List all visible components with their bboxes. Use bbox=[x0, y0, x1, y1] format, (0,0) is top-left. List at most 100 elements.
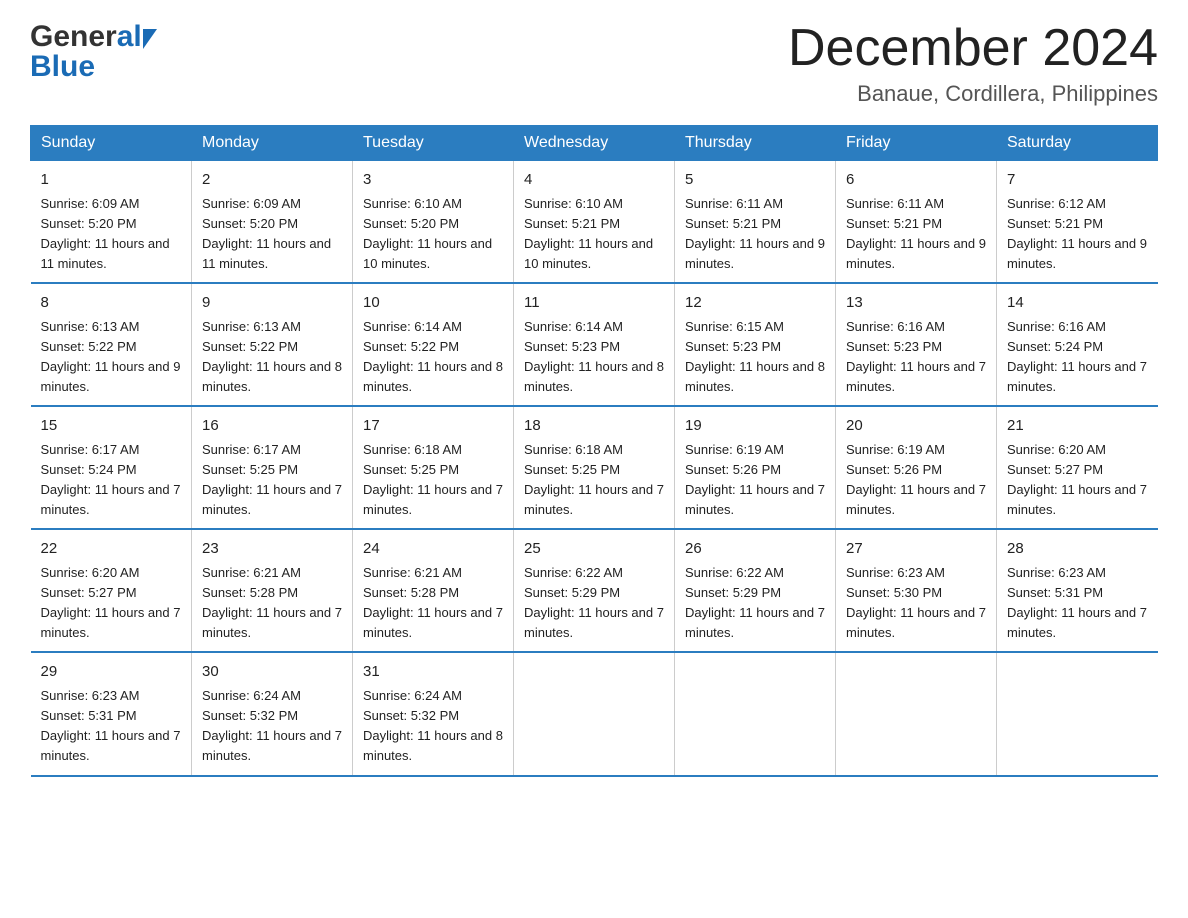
day-number: 18 bbox=[524, 415, 664, 438]
day-info: Sunrise: 6:16 AMSunset: 5:23 PMDaylight:… bbox=[846, 317, 986, 398]
calendar-day-cell: 3Sunrise: 6:10 AMSunset: 5:20 PMDaylight… bbox=[353, 161, 514, 284]
day-info: Sunrise: 6:23 AMSunset: 5:30 PMDaylight:… bbox=[846, 563, 986, 644]
day-number: 27 bbox=[846, 538, 986, 561]
calendar-day-cell: 22Sunrise: 6:20 AMSunset: 5:27 PMDayligh… bbox=[31, 529, 192, 652]
day-info: Sunrise: 6:20 AMSunset: 5:27 PMDaylight:… bbox=[1007, 440, 1148, 521]
day-number: 19 bbox=[685, 415, 825, 438]
day-number: 2 bbox=[202, 169, 342, 192]
day-info: Sunrise: 6:19 AMSunset: 5:26 PMDaylight:… bbox=[846, 440, 986, 521]
day-number: 11 bbox=[524, 292, 664, 315]
header-saturday: Saturday bbox=[997, 126, 1158, 161]
header-thursday: Thursday bbox=[675, 126, 836, 161]
header-tuesday: Tuesday bbox=[353, 126, 514, 161]
logo-blue-text: Blue bbox=[30, 50, 157, 84]
calendar-day-cell: 9Sunrise: 6:13 AMSunset: 5:22 PMDaylight… bbox=[192, 283, 353, 406]
day-info: Sunrise: 6:14 AMSunset: 5:23 PMDaylight:… bbox=[524, 317, 664, 398]
day-number: 15 bbox=[41, 415, 182, 438]
day-number: 26 bbox=[685, 538, 825, 561]
day-info: Sunrise: 6:24 AMSunset: 5:32 PMDaylight:… bbox=[202, 686, 342, 767]
day-number: 3 bbox=[363, 169, 503, 192]
calendar-day-cell: 28Sunrise: 6:23 AMSunset: 5:31 PMDayligh… bbox=[997, 529, 1158, 652]
day-info: Sunrise: 6:16 AMSunset: 5:24 PMDaylight:… bbox=[1007, 317, 1148, 398]
day-info: Sunrise: 6:09 AMSunset: 5:20 PMDaylight:… bbox=[41, 194, 182, 275]
day-info: Sunrise: 6:09 AMSunset: 5:20 PMDaylight:… bbox=[202, 194, 342, 275]
calendar-day-cell: 18Sunrise: 6:18 AMSunset: 5:25 PMDayligh… bbox=[514, 406, 675, 529]
header-sunday: Sunday bbox=[31, 126, 192, 161]
calendar-day-cell: 27Sunrise: 6:23 AMSunset: 5:30 PMDayligh… bbox=[836, 529, 997, 652]
day-number: 25 bbox=[524, 538, 664, 561]
day-number: 5 bbox=[685, 169, 825, 192]
logo-general-text: General bbox=[30, 20, 142, 54]
calendar-day-cell: 5Sunrise: 6:11 AMSunset: 5:21 PMDaylight… bbox=[675, 161, 836, 284]
day-number: 13 bbox=[846, 292, 986, 315]
calendar-day-cell: 17Sunrise: 6:18 AMSunset: 5:25 PMDayligh… bbox=[353, 406, 514, 529]
day-info: Sunrise: 6:18 AMSunset: 5:25 PMDaylight:… bbox=[524, 440, 664, 521]
day-number: 30 bbox=[202, 661, 342, 684]
calendar-day-cell: 6Sunrise: 6:11 AMSunset: 5:21 PMDaylight… bbox=[836, 161, 997, 284]
day-info: Sunrise: 6:23 AMSunset: 5:31 PMDaylight:… bbox=[41, 686, 182, 767]
calendar-day-cell bbox=[997, 652, 1158, 775]
calendar-day-cell bbox=[675, 652, 836, 775]
calendar-subtitle: Banaue, Cordillera, Philippines bbox=[788, 81, 1158, 107]
day-number: 12 bbox=[685, 292, 825, 315]
day-info: Sunrise: 6:14 AMSunset: 5:22 PMDaylight:… bbox=[363, 317, 503, 398]
day-info: Sunrise: 6:17 AMSunset: 5:25 PMDaylight:… bbox=[202, 440, 342, 521]
day-number: 14 bbox=[1007, 292, 1148, 315]
day-info: Sunrise: 6:12 AMSunset: 5:21 PMDaylight:… bbox=[1007, 194, 1148, 275]
calendar-week-row: 1Sunrise: 6:09 AMSunset: 5:20 PMDaylight… bbox=[31, 161, 1158, 284]
day-number: 6 bbox=[846, 169, 986, 192]
calendar-day-cell: 8Sunrise: 6:13 AMSunset: 5:22 PMDaylight… bbox=[31, 283, 192, 406]
day-info: Sunrise: 6:19 AMSunset: 5:26 PMDaylight:… bbox=[685, 440, 825, 521]
logo-triangle-icon bbox=[143, 29, 157, 49]
day-number: 24 bbox=[363, 538, 503, 561]
day-number: 8 bbox=[41, 292, 182, 315]
calendar-day-cell: 4Sunrise: 6:10 AMSunset: 5:21 PMDaylight… bbox=[514, 161, 675, 284]
calendar-day-cell: 10Sunrise: 6:14 AMSunset: 5:22 PMDayligh… bbox=[353, 283, 514, 406]
calendar-day-cell: 31Sunrise: 6:24 AMSunset: 5:32 PMDayligh… bbox=[353, 652, 514, 775]
day-info: Sunrise: 6:21 AMSunset: 5:28 PMDaylight:… bbox=[363, 563, 503, 644]
day-info: Sunrise: 6:11 AMSunset: 5:21 PMDaylight:… bbox=[846, 194, 986, 275]
day-number: 17 bbox=[363, 415, 503, 438]
day-number: 9 bbox=[202, 292, 342, 315]
header-friday: Friday bbox=[836, 126, 997, 161]
day-number: 31 bbox=[363, 661, 503, 684]
calendar-day-cell: 14Sunrise: 6:16 AMSunset: 5:24 PMDayligh… bbox=[997, 283, 1158, 406]
calendar-title: December 2024 bbox=[788, 20, 1158, 77]
calendar-week-row: 15Sunrise: 6:17 AMSunset: 5:24 PMDayligh… bbox=[31, 406, 1158, 529]
calendar-table: Sunday Monday Tuesday Wednesday Thursday… bbox=[30, 125, 1158, 776]
day-number: 7 bbox=[1007, 169, 1148, 192]
header-row: Sunday Monday Tuesday Wednesday Thursday… bbox=[31, 126, 1158, 161]
calendar-day-cell: 20Sunrise: 6:19 AMSunset: 5:26 PMDayligh… bbox=[836, 406, 997, 529]
calendar-day-cell: 2Sunrise: 6:09 AMSunset: 5:20 PMDaylight… bbox=[192, 161, 353, 284]
calendar-day-cell: 16Sunrise: 6:17 AMSunset: 5:25 PMDayligh… bbox=[192, 406, 353, 529]
day-info: Sunrise: 6:20 AMSunset: 5:27 PMDaylight:… bbox=[41, 563, 182, 644]
day-info: Sunrise: 6:21 AMSunset: 5:28 PMDaylight:… bbox=[202, 563, 342, 644]
calendar-day-cell: 13Sunrise: 6:16 AMSunset: 5:23 PMDayligh… bbox=[836, 283, 997, 406]
day-info: Sunrise: 6:23 AMSunset: 5:31 PMDaylight:… bbox=[1007, 563, 1148, 644]
calendar-day-cell: 24Sunrise: 6:21 AMSunset: 5:28 PMDayligh… bbox=[353, 529, 514, 652]
calendar-day-cell: 23Sunrise: 6:21 AMSunset: 5:28 PMDayligh… bbox=[192, 529, 353, 652]
day-info: Sunrise: 6:22 AMSunset: 5:29 PMDaylight:… bbox=[685, 563, 825, 644]
day-info: Sunrise: 6:17 AMSunset: 5:24 PMDaylight:… bbox=[41, 440, 182, 521]
day-number: 1 bbox=[41, 169, 182, 192]
header-monday: Monday bbox=[192, 126, 353, 161]
day-info: Sunrise: 6:18 AMSunset: 5:25 PMDaylight:… bbox=[363, 440, 503, 521]
calendar-day-cell: 15Sunrise: 6:17 AMSunset: 5:24 PMDayligh… bbox=[31, 406, 192, 529]
day-number: 22 bbox=[41, 538, 182, 561]
calendar-day-cell: 29Sunrise: 6:23 AMSunset: 5:31 PMDayligh… bbox=[31, 652, 192, 775]
day-number: 29 bbox=[41, 661, 182, 684]
calendar-day-cell: 26Sunrise: 6:22 AMSunset: 5:29 PMDayligh… bbox=[675, 529, 836, 652]
calendar-day-cell: 11Sunrise: 6:14 AMSunset: 5:23 PMDayligh… bbox=[514, 283, 675, 406]
day-info: Sunrise: 6:11 AMSunset: 5:21 PMDaylight:… bbox=[685, 194, 825, 275]
day-info: Sunrise: 6:13 AMSunset: 5:22 PMDaylight:… bbox=[202, 317, 342, 398]
calendar-day-cell: 1Sunrise: 6:09 AMSunset: 5:20 PMDaylight… bbox=[31, 161, 192, 284]
day-info: Sunrise: 6:13 AMSunset: 5:22 PMDaylight:… bbox=[41, 317, 182, 398]
calendar-day-cell: 7Sunrise: 6:12 AMSunset: 5:21 PMDaylight… bbox=[997, 161, 1158, 284]
day-info: Sunrise: 6:10 AMSunset: 5:21 PMDaylight:… bbox=[524, 194, 664, 275]
calendar-day-cell bbox=[514, 652, 675, 775]
calendar-day-cell: 12Sunrise: 6:15 AMSunset: 5:23 PMDayligh… bbox=[675, 283, 836, 406]
day-info: Sunrise: 6:22 AMSunset: 5:29 PMDaylight:… bbox=[524, 563, 664, 644]
calendar-day-cell: 30Sunrise: 6:24 AMSunset: 5:32 PMDayligh… bbox=[192, 652, 353, 775]
title-block: December 2024 Banaue, Cordillera, Philip… bbox=[788, 20, 1158, 107]
calendar-week-row: 29Sunrise: 6:23 AMSunset: 5:31 PMDayligh… bbox=[31, 652, 1158, 775]
